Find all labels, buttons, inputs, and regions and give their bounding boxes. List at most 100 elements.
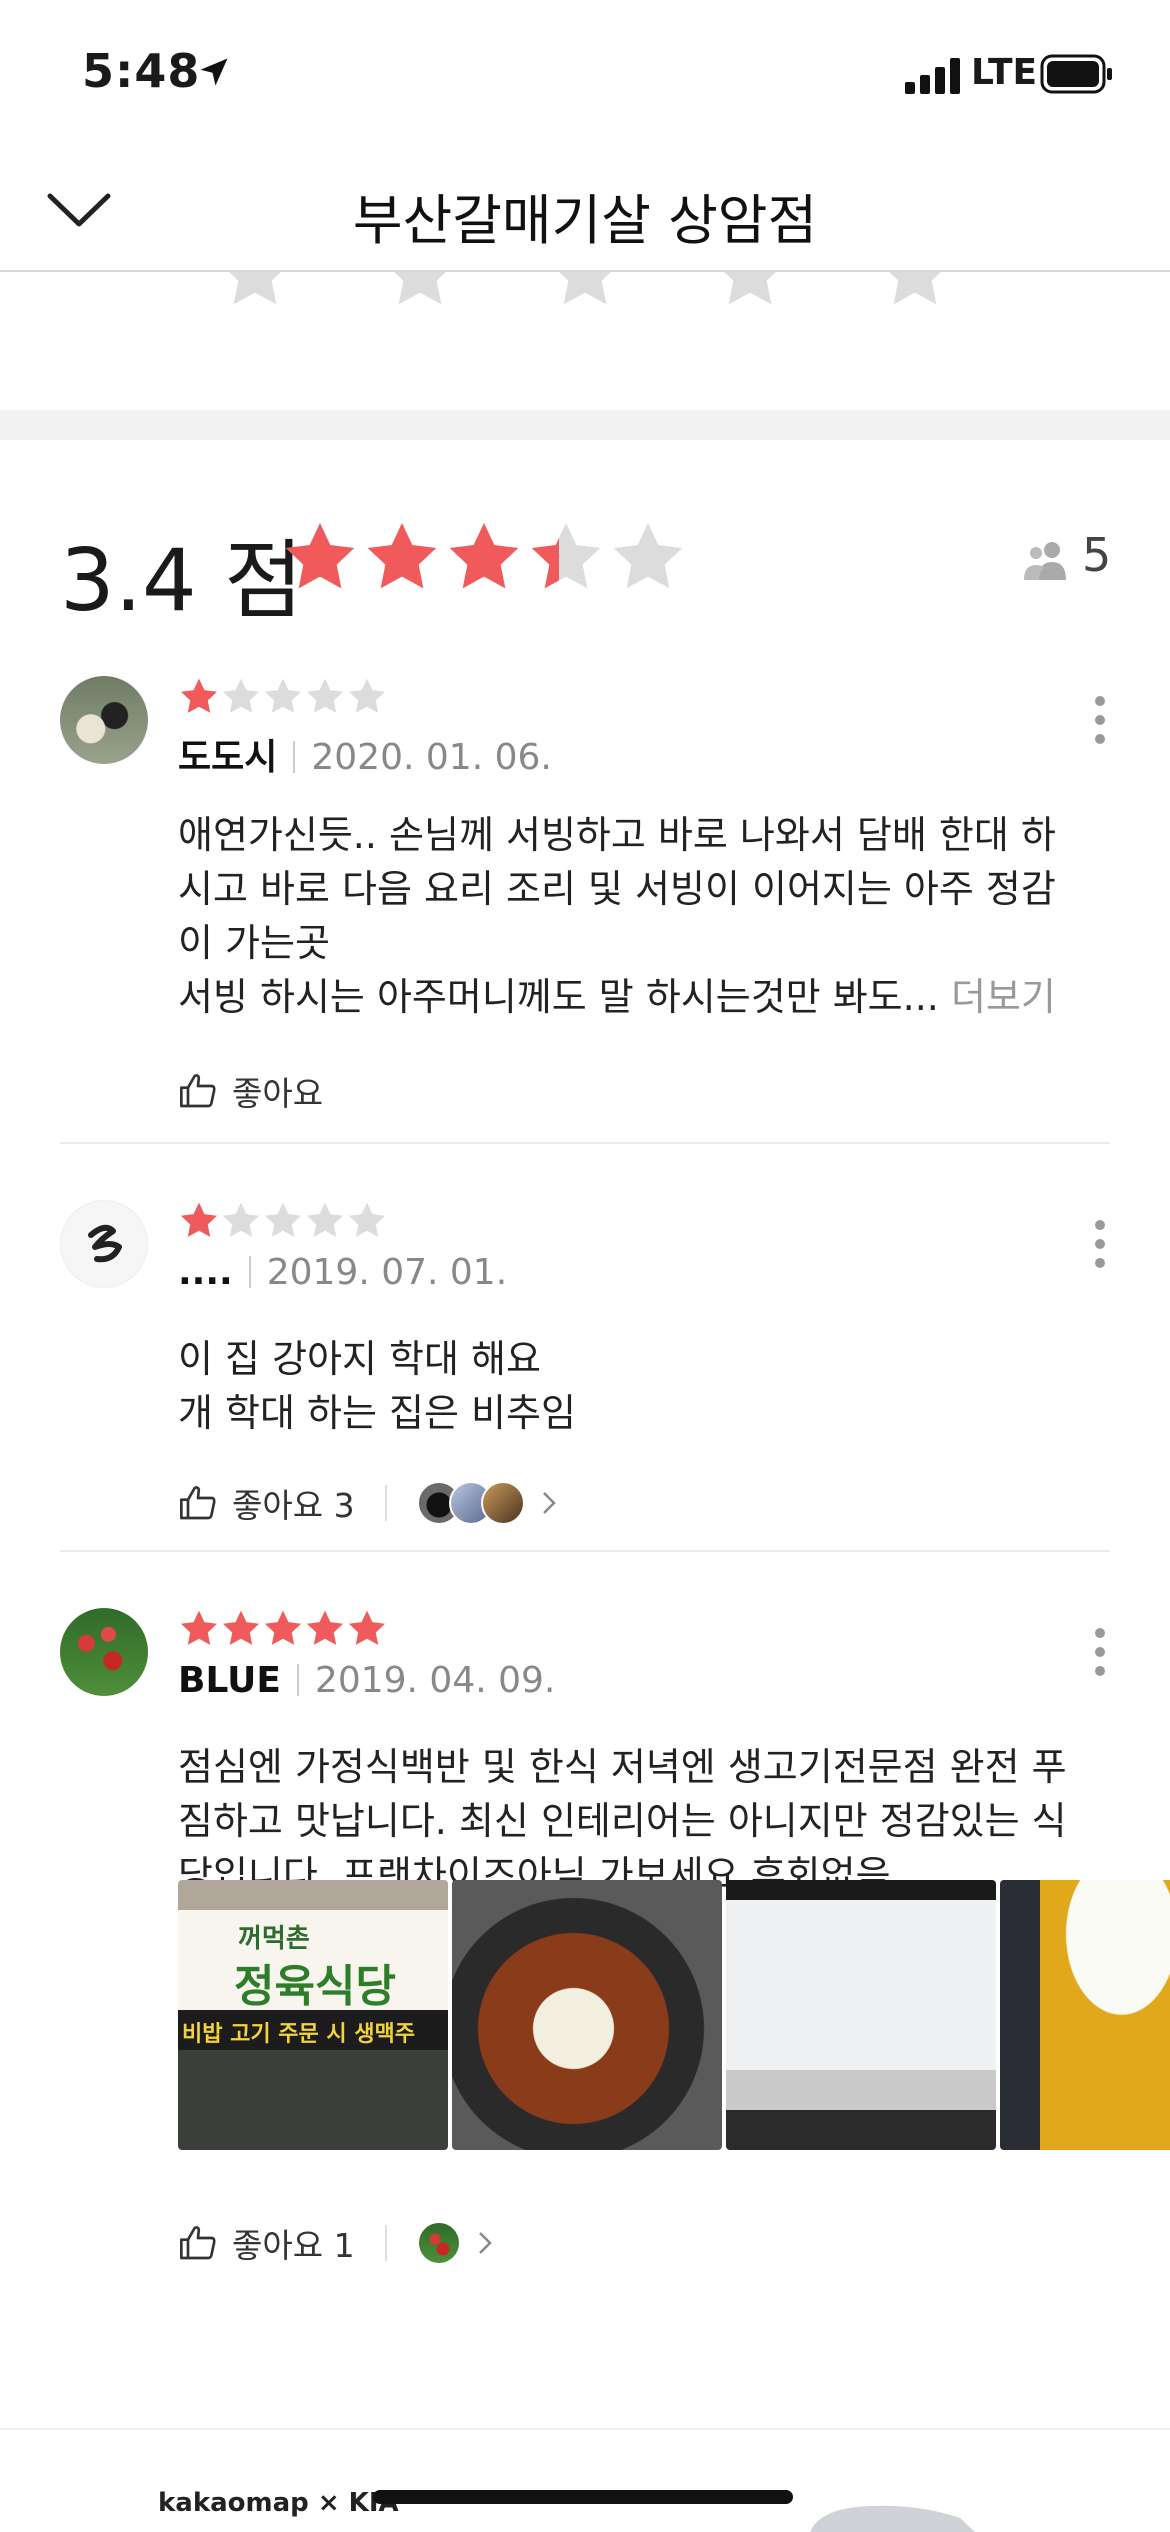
star-icon (367, 523, 437, 589)
review-photo-dish[interactable] (452, 1880, 722, 2150)
review-text-line: 짐하고 맛납니다. 최신 인테리어는 아니지만 정감있는 식 (178, 1799, 1067, 1843)
review-text-line: 이 집 강아지 학대 해요 (178, 1337, 541, 1381)
like-label[interactable]: 좋아요 3 (232, 1479, 355, 1527)
review-text-truncated: 서빙 하시는 아주머니께도 말 하시는것만 봐도... (178, 975, 939, 1019)
review-text-line: 이 가는곳 (178, 921, 330, 965)
review-photos[interactable]: 꺼먹촌 정육식당 비밥 고기 주문 시 생맥주 (178, 1880, 1170, 2150)
review-photo-storefront[interactable]: 꺼먹촌 정육식당 비밥 고기 주문 시 생맥주 (178, 1880, 448, 2150)
reviewer-name[interactable]: 도도시 (178, 737, 277, 778)
like-button[interactable]: 좋아요 (178, 1066, 323, 1116)
review-photo-beer[interactable] (1000, 1880, 1170, 2150)
liker-avatar (480, 1481, 525, 1525)
people-icon (1024, 542, 1066, 580)
likers-avatars[interactable] (416, 2221, 461, 2265)
review-meta: BLUE 2019. 04. 09. (178, 1660, 555, 1701)
more-options-icon[interactable] (1090, 1628, 1110, 1688)
rate-stars-input[interactable] (0, 272, 1170, 412)
star-icon (306, 1610, 344, 1645)
star-icon (180, 1610, 218, 1645)
star-icon (613, 523, 683, 589)
star-icon (449, 523, 519, 589)
section-divider (0, 410, 1170, 440)
star-icon (180, 678, 218, 713)
like-row: 좋아요 3 (178, 1478, 559, 1528)
star-icon (285, 523, 355, 589)
more-options-icon[interactable] (1090, 1220, 1110, 1280)
reviewer-name[interactable]: .... (178, 1252, 233, 1293)
rate-star-2[interactable] (380, 272, 460, 314)
rate-star-1[interactable] (215, 272, 295, 314)
star-icon (264, 678, 302, 713)
review-meta: .... 2019. 07. 01. (178, 1252, 507, 1293)
status-time: 5:48 (82, 44, 201, 98)
review-text-line: 시고 바로 다음 요리 조리 및 서빙이 이어지는 아주 정감 (178, 867, 1056, 911)
review-item: BLUE 2019. 04. 09. 점심엔 가정식백반 및 한식 저녁엔 생고기… (60, 1608, 1170, 2308)
header: 부산갈매기살 상암점 (0, 140, 1170, 272)
score-value: 3.4 (60, 531, 197, 631)
rating-score: 3.4 점 (60, 510, 303, 635)
summary-stars (280, 518, 690, 602)
star-icon (348, 1202, 386, 1237)
star-icon (222, 1610, 260, 1645)
liker-avatar (416, 2221, 461, 2265)
star-icon (348, 1610, 386, 1645)
rating-summary: 3.4 점 5 (60, 510, 1120, 631)
avatar-logo-icon (88, 1224, 122, 1263)
star-icon (264, 1610, 302, 1645)
review-text: 이 집 강아지 학대 해요 개 학대 하는 집은 비추임 (178, 1332, 1148, 1440)
reviewer-count: 5 (1082, 528, 1112, 582)
avatar[interactable] (60, 676, 148, 764)
footer-brand: kakaomap × KIA (158, 2488, 399, 2518)
cellular-signal-icon (905, 58, 960, 94)
star-icon (348, 678, 386, 713)
rate-star-5[interactable] (875, 272, 955, 314)
thumbs-up-icon[interactable] (178, 2223, 218, 2263)
review-text-line: 개 학대 하는 집은 비추임 (178, 1391, 576, 1435)
battery-icon (1040, 54, 1112, 94)
review-text-line: 애연가신듯.. 손님께 서빙하고 바로 나와서 담배 한대 하 (178, 813, 1056, 857)
like-label: 좋아요 (232, 1074, 324, 1113)
review-divider (60, 1142, 1110, 1144)
review-date: 2019. 04. 09. (314, 1660, 556, 1701)
review-stars (178, 1608, 388, 1654)
thumbs-up-icon[interactable] (178, 1483, 218, 1523)
star-icon (531, 523, 601, 589)
reviewer-name[interactable]: BLUE (178, 1660, 281, 1701)
chevron-right-icon[interactable] (539, 1488, 559, 1518)
read-more-link[interactable]: 더보기 (951, 975, 1056, 1019)
location-arrow-icon (200, 58, 228, 86)
page-title: 부산갈매기살 상암점 (352, 189, 818, 252)
rate-star-3[interactable] (545, 272, 625, 314)
chevron-right-icon[interactable] (475, 2228, 495, 2258)
star-icon (222, 678, 260, 713)
star-icon (306, 1202, 344, 1237)
review-stars (178, 1200, 388, 1246)
car-ad-image[interactable] (800, 2500, 980, 2532)
footer-divider (0, 2428, 1170, 2430)
review-divider (60, 1550, 1110, 1552)
review-item: .... 2019. 07. 01. 이 집 강아지 학대 해요 개 학대 하는 … (60, 1200, 1110, 1540)
star-icon (264, 1202, 302, 1237)
review-item: 도도시 2020. 01. 06. 애연가신듯.. 손님께 서빙하고 바로 나와서… (60, 676, 1110, 1146)
review-text: 애연가신듯.. 손님께 서빙하고 바로 나와서 담배 한대 하 시고 바로 다음… (178, 808, 1148, 1024)
more-options-icon[interactable] (1090, 696, 1110, 756)
status-bar: 5:48 LTE (0, 0, 1170, 140)
like-row: 좋아요 1 (178, 2218, 495, 2268)
rate-star-4[interactable] (710, 272, 790, 314)
home-indicator[interactable] (373, 2490, 793, 2504)
review-text: 점심엔 가정식백반 및 한식 저녁엔 생고기전문점 완전 푸 짐하고 맛납니다.… (178, 1740, 1148, 1902)
like-label[interactable]: 좋아요 1 (232, 2219, 355, 2267)
star-icon (222, 1202, 260, 1237)
star-icon (180, 1202, 218, 1237)
star-icon (306, 678, 344, 713)
review-photo-menu[interactable] (726, 1880, 996, 2150)
review-date: 2020. 01. 06. (311, 737, 552, 778)
avatar[interactable] (60, 1200, 148, 1288)
review-text-line: 서빙 하시는 아주머니께도 말 하시는것만 봐도... 더보기 (178, 970, 1148, 1024)
likers-avatars[interactable] (416, 1481, 525, 1525)
review-meta: 도도시 2020. 01. 06. (178, 728, 552, 780)
storefront-sign-main: 정육식당 (234, 1961, 396, 2012)
network-type: LTE (971, 52, 1038, 93)
thumbs-up-icon (180, 1074, 216, 1108)
avatar[interactable] (60, 1608, 148, 1696)
